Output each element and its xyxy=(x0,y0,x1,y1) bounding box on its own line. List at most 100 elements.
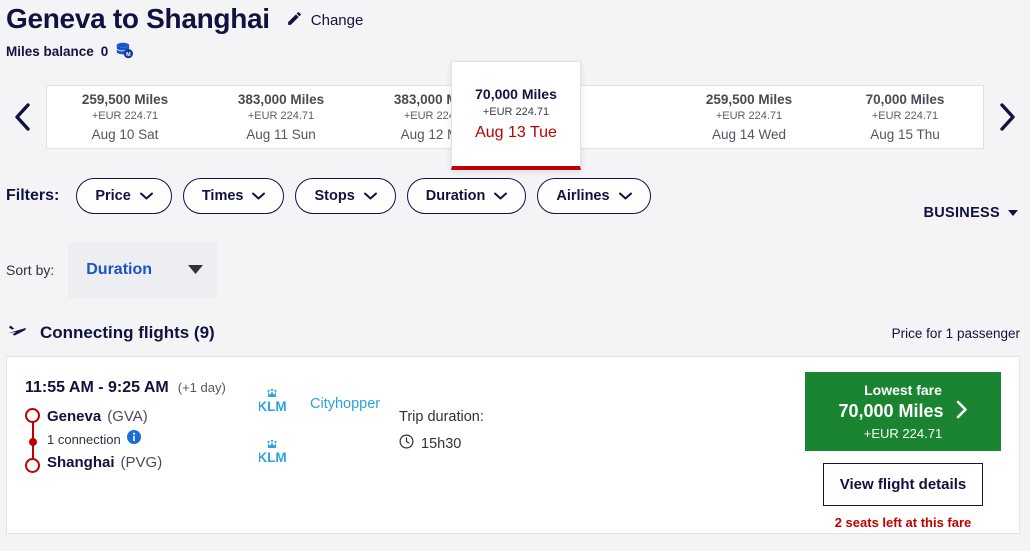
info-icon[interactable] xyxy=(126,430,141,449)
miles-coin-icon: M xyxy=(115,42,134,62)
miles-balance-value: 0 xyxy=(100,44,109,60)
origin-code: (GVA) xyxy=(107,408,148,426)
date-eur: +EUR 224.71 xyxy=(247,109,315,122)
filter-duration-button[interactable]: Duration xyxy=(406,177,527,214)
page-title: Geneva to Shanghai xyxy=(6,3,270,34)
results-section-title: Connecting flights (9) xyxy=(40,323,215,343)
svg-text:KLM: KLM xyxy=(259,450,287,465)
destination-code: (PVG) xyxy=(120,454,163,472)
origin-city: Geneva xyxy=(47,408,102,426)
flight-search-page: Geneva to Shanghai Change Miles balance … xyxy=(0,0,1030,551)
filter-stops-button[interactable]: Stops xyxy=(295,177,396,214)
trip-duration-value-row: 15h30 xyxy=(399,434,629,454)
fare-label: Lowest fare xyxy=(864,381,942,398)
title-row: Geneva to Shanghai Change xyxy=(6,3,1030,35)
fare-actions: Lowest fare 70,000 Miles +EUR 224.71 Vie… xyxy=(805,371,1001,530)
change-search-button[interactable]: Change xyxy=(286,10,364,35)
destination-marker-icon xyxy=(25,457,40,473)
klm-logo-icon: KLM xyxy=(257,438,301,473)
chevron-down-icon xyxy=(252,188,266,204)
date-option[interactable]: 70,000 Miles +EUR 224.71 Aug 15 Thu xyxy=(827,86,983,148)
date-eur: +EUR 224.71 xyxy=(715,109,783,122)
trip-duration-label: Trip duration: xyxy=(399,408,484,425)
trip-duration: Trip duration: 15h30 xyxy=(399,379,629,454)
airline-name: Cityhopper xyxy=(310,396,381,413)
filter-label: Price xyxy=(95,187,131,204)
date-miles: 70,000 Miles xyxy=(475,85,557,102)
sort-bar: Sort by: Duration xyxy=(0,241,1030,298)
chevron-right-icon xyxy=(996,101,1018,133)
caret-down-icon xyxy=(1008,210,1018,216)
date-miles: 70,000 Miles xyxy=(865,91,945,107)
filter-airlines-button[interactable]: Airlines xyxy=(537,177,651,214)
fare-eur: +EUR 224.71 xyxy=(863,425,943,441)
flight-route: Geneva (GVA) 1 connection Shanghai (PVG) xyxy=(25,406,259,474)
trip-duration-value: 15h30 xyxy=(421,435,462,452)
date-day: Aug 10 Sat xyxy=(91,126,159,142)
cabin-class-selector[interactable]: BUSINESS xyxy=(923,205,1018,221)
chevron-down-icon xyxy=(139,188,153,204)
miles-balance: Miles balance 0 M xyxy=(6,42,1030,62)
date-day: Aug 14 Wed xyxy=(711,126,787,142)
chevron-right-icon xyxy=(956,400,968,424)
date-option[interactable]: 259,500 Miles +EUR 224.71 Aug 14 Wed xyxy=(671,86,827,148)
results-heading-row: Connecting flights (9) Price for 1 passe… xyxy=(0,322,1030,345)
airplane-icon xyxy=(6,322,28,345)
date-option-selected[interactable]: 70,000 Miles +EUR 224.71 Aug 13 Tue xyxy=(451,60,581,170)
carousel-next-button[interactable] xyxy=(984,78,1030,156)
svg-text:M: M xyxy=(126,52,131,58)
filter-price-button[interactable]: Price xyxy=(76,177,172,214)
chevron-down-icon xyxy=(618,188,632,204)
date-miles: 383,000 Miles xyxy=(237,91,325,107)
svg-text:KLM: KLM xyxy=(259,399,287,414)
cabin-class-value: BUSINESS xyxy=(923,205,1000,221)
view-flight-details-label: View flight details xyxy=(839,475,967,493)
date-miles: 259,500 Miles xyxy=(81,91,169,107)
fare-miles: 70,000 Miles xyxy=(838,401,944,422)
filters-bar: Filters: Price Times Stops Duration Airl… xyxy=(0,177,1030,214)
flight-times-row: 11:55 AM - 9:25 AM (+1 day) xyxy=(25,379,259,397)
date-day: Aug 11 Sun xyxy=(246,126,316,142)
clock-icon xyxy=(399,434,414,454)
flight-result-card[interactable]: 11:55 AM - 9:25 AM (+1 day) Geneva (GVA)… xyxy=(6,355,1020,534)
origin-row: Geneva (GVA) xyxy=(47,406,259,428)
date-carousel: 259,500 Miles +EUR 224.71 Aug 10 Sat 383… xyxy=(0,60,1030,170)
date-option[interactable]: 259,500 Miles +EUR 224.71 Aug 10 Sat xyxy=(47,86,203,148)
seats-left-warning: 2 seats left at this fare xyxy=(834,514,972,530)
date-option[interactable]: 383,000 Miles +EUR 224.71 Aug 11 Sun xyxy=(203,86,359,148)
date-day: Aug 15 Thu xyxy=(870,126,940,142)
connection-count: 1 connection xyxy=(47,432,121,448)
klm-logo-icon: KLM xyxy=(257,387,301,422)
sort-label: Sort by: xyxy=(6,261,55,278)
select-fare-button[interactable]: Lowest fare 70,000 Miles +EUR 224.71 xyxy=(805,371,1001,451)
page-header: Geneva to Shanghai Change Miles balance … xyxy=(0,0,1030,62)
date-eur: +EUR 224.71 xyxy=(91,109,159,122)
change-search-label: Change xyxy=(310,11,364,29)
view-flight-details-button[interactable]: View flight details xyxy=(823,462,983,506)
carousel-prev-button[interactable] xyxy=(0,78,46,156)
date-day: Aug 13 Tue xyxy=(475,123,557,141)
filter-label: Duration xyxy=(425,187,486,204)
sort-dropdown[interactable]: Duration xyxy=(68,241,218,298)
airline-row: KLM Cityhopper xyxy=(257,387,399,422)
miles-balance-label: Miles balance xyxy=(6,44,94,60)
flight-itinerary: 11:55 AM - 9:25 AM (+1 day) Geneva (GVA)… xyxy=(7,379,259,474)
caret-down-icon xyxy=(188,261,204,279)
filter-label: Airlines xyxy=(556,187,610,204)
date-eur: +EUR 224.71 xyxy=(482,105,550,118)
chevron-down-icon xyxy=(494,188,508,204)
chevron-down-icon xyxy=(363,188,377,204)
origin-marker-icon xyxy=(25,407,40,423)
passenger-price-note: Price for 1 passenger xyxy=(891,325,1020,341)
sort-value: Duration xyxy=(86,260,153,278)
results-heading-left: Connecting flights (9) xyxy=(6,322,215,345)
destination-city: Shanghai xyxy=(47,454,115,472)
fare-main-row: 70,000 Miles xyxy=(838,400,967,424)
flight-times: 11:55 AM - 9:25 AM xyxy=(25,378,169,396)
connection-row: 1 connection xyxy=(47,428,259,452)
flight-day-offset: (+1 day) xyxy=(177,379,226,395)
chevron-left-icon xyxy=(12,101,34,133)
filter-label: Times xyxy=(201,187,244,204)
filter-times-button[interactable]: Times xyxy=(182,177,285,214)
connection-marker-icon xyxy=(29,437,37,446)
